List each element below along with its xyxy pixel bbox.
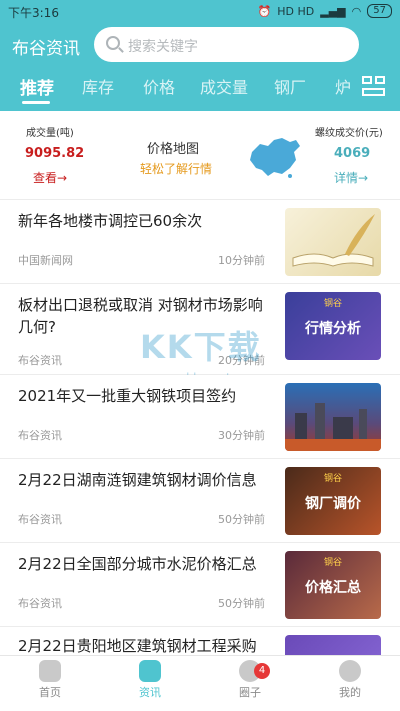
volume-label: 成交量(吨) — [26, 128, 74, 139]
news-source: 布谷资讯 — [18, 597, 62, 610]
nav-news-label: 资讯 — [139, 686, 161, 699]
rebar-details-link[interactable]: 详情→ — [334, 169, 368, 186]
signal-icon: ▂▄▆ — [320, 4, 346, 18]
thumbnail-brand: 钢谷 — [323, 558, 342, 568]
home-icon — [39, 660, 61, 682]
news-title: 2月22日贵阳地区建筑钢材工程采购 — [18, 637, 257, 655]
tab-furnace[interactable]: 炉 — [335, 74, 351, 98]
news-source: 布谷资讯 — [18, 354, 62, 367]
search-icon — [106, 36, 120, 50]
status-time: 下午3:16 — [8, 6, 59, 20]
news-time: 10分钟前 — [218, 254, 265, 267]
battery-icon: 57 — [367, 4, 392, 18]
status-indicators: ⏰ HD HD ▂▄▆ ◠ 57 — [258, 4, 392, 18]
tab-steel-mill[interactable]: 钢厂 — [274, 74, 306, 98]
news-item[interactable]: 2月22日湖南涟钢建筑钢材调价信息 布谷资讯 50分钟前 钢谷 钢厂调价 — [0, 459, 400, 543]
tab-volume[interactable]: 成交量 — [200, 74, 248, 98]
rebar-price-value: 4069 — [334, 146, 371, 161]
news-thumbnail-steel-plant — [285, 383, 381, 451]
search-input[interactable]: 搜索关键字 — [94, 27, 359, 62]
watermark-logo: KK下载 — [140, 328, 262, 366]
nav-home[interactable]: 首页 — [0, 660, 100, 700]
thumbnail-caption: 价格汇总 — [305, 580, 361, 596]
book-quill-icon — [292, 214, 375, 267]
news-source: 布谷资讯 — [18, 429, 62, 442]
market-summary: 成交量(吨) 9095.82 查看→ 价格地图 轻松了解行情 螺纹成交价(元) … — [0, 111, 400, 199]
header: 下午3:16 ⏰ HD HD ▂▄▆ ◠ 57 布谷资讯 搜索关键字 推荐 库存… — [0, 0, 400, 111]
alarm-icon: ⏰ — [257, 4, 272, 18]
signal-indicators: HD HD — [277, 4, 315, 18]
notification-badge: 4 — [254, 663, 270, 679]
top-bar: 布谷资讯 搜索关键字 — [0, 27, 400, 63]
news-thumbnail-book-quill — [285, 208, 381, 276]
news-thumbnail-crane: 钢谷 — [285, 635, 381, 655]
price-map-subtitle[interactable]: 轻松了解行情 — [140, 160, 212, 177]
news-time: 30分钟前 — [218, 429, 265, 442]
steel-plant-icon — [285, 403, 381, 451]
nav-circle[interactable]: 圈子 — [200, 660, 300, 700]
app-brand: 布谷资讯 — [12, 39, 80, 59]
rebar-price-label: 螺纹成交价(元) — [315, 128, 383, 139]
news-thumbnail-price-summary: 钢谷 价格汇总 — [285, 551, 381, 619]
category-menu-icon[interactable] — [362, 76, 386, 98]
wifi-icon: ◠ — [351, 4, 362, 18]
nav-profile-label: 我的 — [339, 686, 361, 699]
thumbnail-brand: 钢谷 — [323, 474, 342, 484]
news-title: 2月22日全国部分城市水泥价格汇总 — [18, 555, 257, 573]
news-source: 布谷资讯 — [18, 513, 62, 526]
app-screen: 下午3:16 ⏰ HD HD ▂▄▆ ◠ 57 布谷资讯 搜索关键字 推荐 库存… — [0, 0, 400, 711]
profile-icon — [339, 660, 361, 682]
status-bar: 下午3:16 ⏰ HD HD ▂▄▆ ◠ 57 — [0, 0, 400, 24]
active-tab-indicator — [22, 101, 50, 104]
volume-view-link[interactable]: 查看→ — [33, 169, 67, 186]
news-item[interactable]: 新年各地楼市调控已60余次 中国新闻网 10分钟前 — [0, 200, 400, 284]
thumbnail-brand: 钢谷 — [323, 299, 342, 309]
news-icon — [139, 660, 161, 682]
nav-home-label: 首页 — [39, 686, 61, 699]
news-thumbnail-mill-price: 钢谷 钢厂调价 — [285, 467, 381, 535]
search-placeholder: 搜索关键字 — [128, 39, 198, 55]
nav-circle-label: 圈子 — [239, 686, 261, 699]
news-time: 50分钟前 — [218, 597, 265, 610]
thumbnail-caption: 钢厂调价 — [305, 496, 361, 512]
tab-price[interactable]: 价格 — [143, 74, 175, 98]
news-time: 50分钟前 — [218, 513, 265, 526]
news-title: 新年各地楼市调控已60余次 — [18, 212, 203, 230]
news-thumbnail-market-analysis: 钢谷 行情分析 — [285, 292, 381, 360]
category-tabs: 推荐 库存 价格 成交量 钢厂 炉 — [0, 70, 400, 104]
china-map-icon[interactable] — [246, 134, 302, 180]
nav-profile[interactable]: 我的 — [300, 660, 400, 700]
news-item[interactable]: 2月22日全国部分城市水泥价格汇总 布谷资讯 50分钟前 钢谷 价格汇总 — [0, 543, 400, 627]
news-item[interactable]: 2021年又一批重大钢铁项目签约 布谷资讯 30分钟前 — [0, 375, 400, 459]
news-source: 中国新闻网 — [18, 254, 73, 267]
news-title: 2021年又一批重大钢铁项目签约 — [18, 387, 237, 405]
news-title: 2月22日湖南涟钢建筑钢材调价信息 — [18, 471, 257, 489]
news-item[interactable]: 2月22日贵阳地区建筑钢材工程采购 钢谷 — [0, 627, 400, 655]
tab-recommend[interactable]: 推荐 — [20, 74, 54, 99]
tab-inventory[interactable]: 库存 — [82, 74, 114, 98]
volume-value: 9095.82 — [25, 146, 85, 161]
bottom-nav: 首页 资讯 圈子 我的 — [0, 655, 400, 711]
thumbnail-caption: 行情分析 — [305, 321, 361, 337]
nav-news[interactable]: 资讯 — [100, 660, 200, 700]
price-map-title[interactable]: 价格地图 — [147, 138, 199, 157]
